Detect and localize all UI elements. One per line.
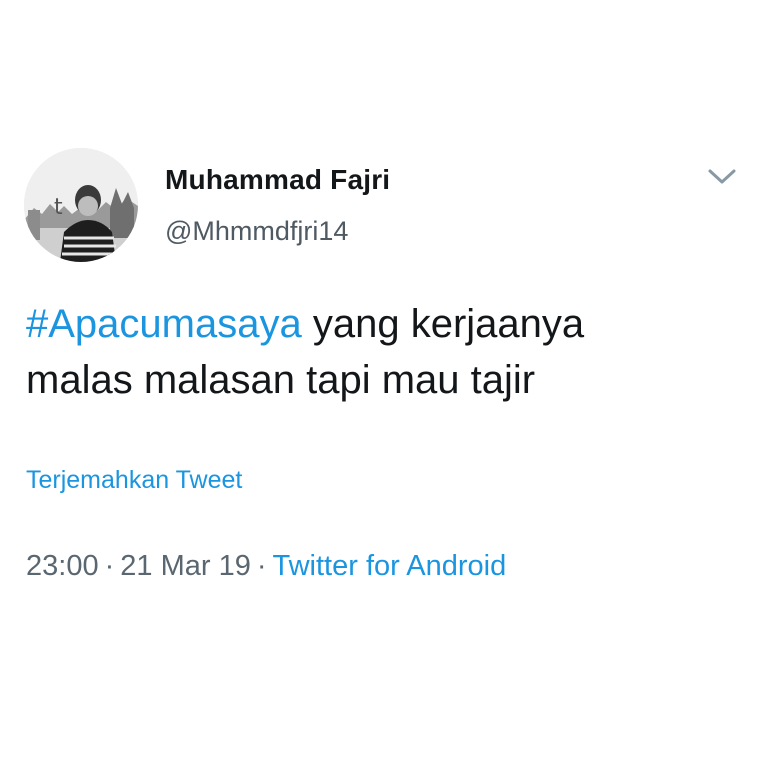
tweet-date[interactable]: 21 Mar 19 [120, 550, 251, 582]
tweet-text-line2: malas malasan tapi mau tajir [26, 358, 536, 402]
meta-separator: · [256, 550, 267, 582]
translate-tweet-link[interactable]: Terjemahkan Tweet [26, 466, 242, 495]
tweet-meta: 23:00 · 21 Mar 19 · Twitter for Android [26, 550, 506, 583]
tweet-card: t Muhammad Fajri @Mhmmdfjri14 #Apacumasa… [0, 0, 759, 759]
svg-text:t: t [54, 195, 63, 220]
avatar[interactable]: t [24, 148, 138, 262]
profile-photo-icon: t [24, 148, 138, 262]
meta-separator: · [104, 550, 115, 582]
hashtag-link[interactable]: #Apacumasaya [26, 302, 302, 346]
tweet-source-link[interactable]: Twitter for Android [273, 550, 507, 582]
tweet-text: #Apacumasaya yang kerjaanya malas malasa… [26, 296, 736, 408]
tweet-menu-button[interactable] [704, 162, 740, 192]
chevron-down-icon [708, 169, 736, 184]
author-handle[interactable]: @Mhmmdfjri14 [165, 216, 348, 247]
tweet-time[interactable]: 23:00 [26, 550, 99, 582]
tweet-text-line1: yang kerjaanya [301, 302, 585, 346]
author-display-name[interactable]: Muhammad Fajri [165, 164, 390, 196]
